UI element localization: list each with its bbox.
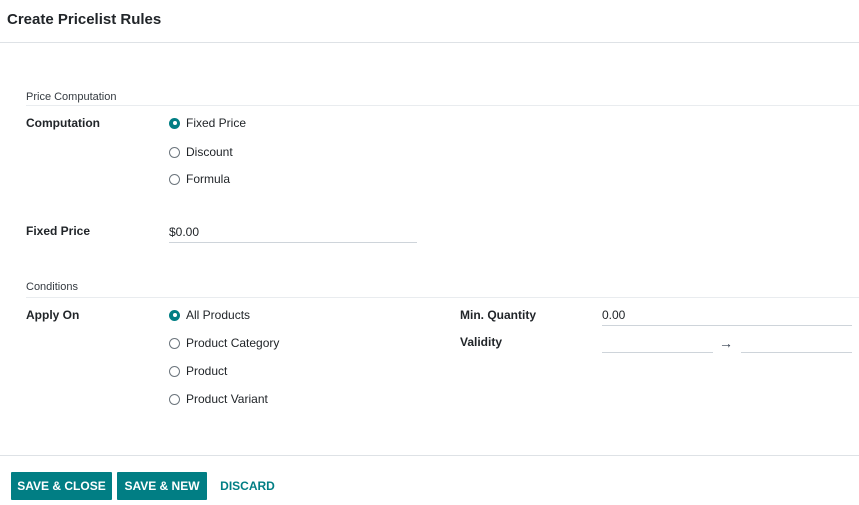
radio-unchecked-icon[interactable] [169, 365, 180, 377]
radio-discount[interactable]: Discount [169, 145, 233, 159]
radio-product-category[interactable]: Product Category [169, 336, 279, 350]
fixed-price-label: Fixed Price [26, 224, 91, 238]
apply-on-label: Apply On [26, 308, 80, 322]
radio-product-variant[interactable]: Product Variant [169, 392, 268, 406]
min-quantity-input[interactable]: 0.00 [602, 306, 852, 326]
save-new-button[interactable]: SAVE & NEW [117, 472, 207, 500]
radio-all-products[interactable]: All Products [169, 308, 250, 322]
radio-label: Formula [186, 172, 231, 186]
radio-label: Discount [186, 145, 233, 159]
radio-unchecked-icon[interactable] [169, 173, 180, 185]
radio-label: All Products [186, 308, 251, 322]
radio-label: Product [186, 364, 228, 378]
radio-checked-icon[interactable] [169, 309, 180, 321]
computation-label: Computation [26, 116, 100, 130]
radio-label: Product Variant [186, 392, 268, 406]
radio-unchecked-icon[interactable] [169, 146, 180, 158]
section-divider [26, 105, 859, 106]
radio-fixed-price[interactable]: Fixed Price [169, 116, 246, 130]
radio-formula[interactable]: Formula [169, 172, 230, 186]
dialog-header: Create Pricelist Rules [0, 0, 859, 43]
validity-label: Validity [460, 335, 503, 349]
radio-checked-icon[interactable] [169, 117, 180, 129]
section-label-price-computation: Price Computation [26, 91, 117, 103]
discard-button[interactable]: DISCARD [215, 472, 280, 500]
long-arrow-right-icon: → [719, 335, 733, 351]
validity-end-input[interactable] [741, 333, 852, 353]
save-close-button[interactable]: SAVE & CLOSE [11, 472, 112, 500]
radio-label: Fixed Price [186, 116, 247, 130]
section-divider [26, 297, 859, 298]
radio-label: Product Category [186, 336, 280, 350]
radio-unchecked-icon[interactable] [169, 393, 180, 405]
section-label-conditions: Conditions [26, 281, 78, 293]
radio-unchecked-icon[interactable] [169, 337, 180, 349]
dialog-title: Create Pricelist Rules [7, 11, 162, 28]
min-quantity-label: Min. Quantity [460, 308, 536, 322]
radio-product[interactable]: Product [169, 364, 227, 378]
validity-start-input[interactable] [602, 333, 713, 353]
fixed-price-input[interactable]: $0.00 [169, 223, 417, 243]
